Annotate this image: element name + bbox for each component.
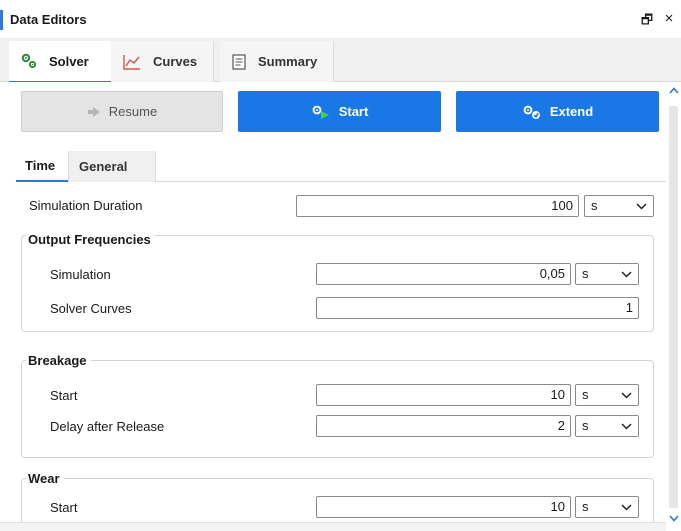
tab-curves[interactable]: Curves (111, 41, 214, 82)
output-simulation-unit-select[interactable]: s (575, 263, 639, 285)
resume-button[interactable]: Resume (21, 91, 223, 132)
tab-summary-label: Summary (258, 54, 318, 69)
restore-window-icon[interactable]: 🗗 (640, 13, 654, 27)
panel-accent-bar (0, 10, 3, 30)
editor-tabbar: Solver Curves Summary (0, 38, 681, 83)
line-chart-icon (123, 54, 141, 70)
chevron-down-icon (621, 264, 632, 284)
start-button-label: Start (338, 104, 369, 119)
chevron-down-icon (636, 196, 647, 216)
extend-button-label: Extend (549, 104, 594, 119)
solver-curves-input[interactable]: 1 (316, 297, 639, 319)
solver-subtabs: Time General (16, 147, 666, 182)
tab-curves-label: Curves (153, 54, 198, 69)
start-gear-icon (311, 104, 331, 120)
subtab-time[interactable]: Time (16, 151, 68, 182)
close-icon[interactable]: × (662, 11, 676, 26)
chevron-down-icon (621, 385, 632, 405)
tab-solver[interactable]: Solver (9, 41, 111, 83)
breakage-start-label: Start (50, 388, 78, 403)
document-icon (232, 53, 246, 70)
breakage-start-unit-select[interactable]: s (575, 384, 639, 406)
wear-start-unit-select[interactable]: s (575, 496, 639, 518)
wear-start-input[interactable]: 10 (316, 496, 571, 518)
output-simulation-input[interactable]: 0,05 (316, 263, 571, 285)
tab-solver-label: Solver (49, 53, 89, 69)
scroll-up-arrow-icon[interactable] (666, 84, 681, 98)
subtab-general[interactable]: General (68, 151, 156, 182)
solver-curves-label: Solver Curves (50, 301, 132, 316)
simulation-duration-unit-select[interactable]: s (584, 195, 654, 217)
delay-after-release-unit: s (582, 418, 589, 433)
delay-after-release-label: Delay after Release (50, 419, 165, 434)
output-frequencies-title: Output Frequencies (26, 232, 155, 247)
simulation-duration-label: Simulation Duration (29, 198, 143, 213)
resume-icon (87, 106, 101, 118)
bottom-edge-strip (0, 522, 666, 531)
wear-title: Wear (26, 471, 64, 486)
output-simulation-unit: s (582, 266, 589, 281)
panel-header: Data Editors 🗗 × (0, 0, 681, 38)
delay-after-release-unit-select[interactable]: s (575, 415, 639, 437)
vertical-scrollbar[interactable] (666, 82, 681, 531)
solver-content: Resume Start Extend Time General Simulat (0, 82, 666, 531)
tab-summary[interactable]: Summary (220, 41, 334, 82)
gears-icon (21, 53, 37, 69)
delay-after-release-input[interactable]: 2 (316, 415, 571, 437)
panel-title: Data Editors (10, 12, 87, 27)
scrollbar-thumb[interactable] (669, 106, 678, 508)
extend-button[interactable]: Extend (456, 91, 659, 132)
output-simulation-label: Simulation (50, 267, 111, 282)
scroll-down-arrow-icon[interactable] (666, 512, 681, 526)
breakage-group (21, 360, 654, 458)
wear-start-unit: s (582, 499, 589, 514)
start-button[interactable]: Start (238, 91, 441, 132)
extend-gear-icon (522, 104, 542, 120)
chevron-down-icon (621, 416, 632, 436)
wear-start-label: Start (50, 500, 78, 515)
chevron-down-icon (621, 497, 632, 517)
breakage-start-unit: s (582, 387, 589, 402)
breakage-start-input[interactable]: 10 (316, 384, 571, 406)
resume-button-label: Resume (108, 104, 158, 119)
simulation-duration-input[interactable]: 100 (296, 195, 579, 217)
simulation-duration-unit: s (591, 198, 598, 213)
breakage-title: Breakage (26, 353, 91, 368)
